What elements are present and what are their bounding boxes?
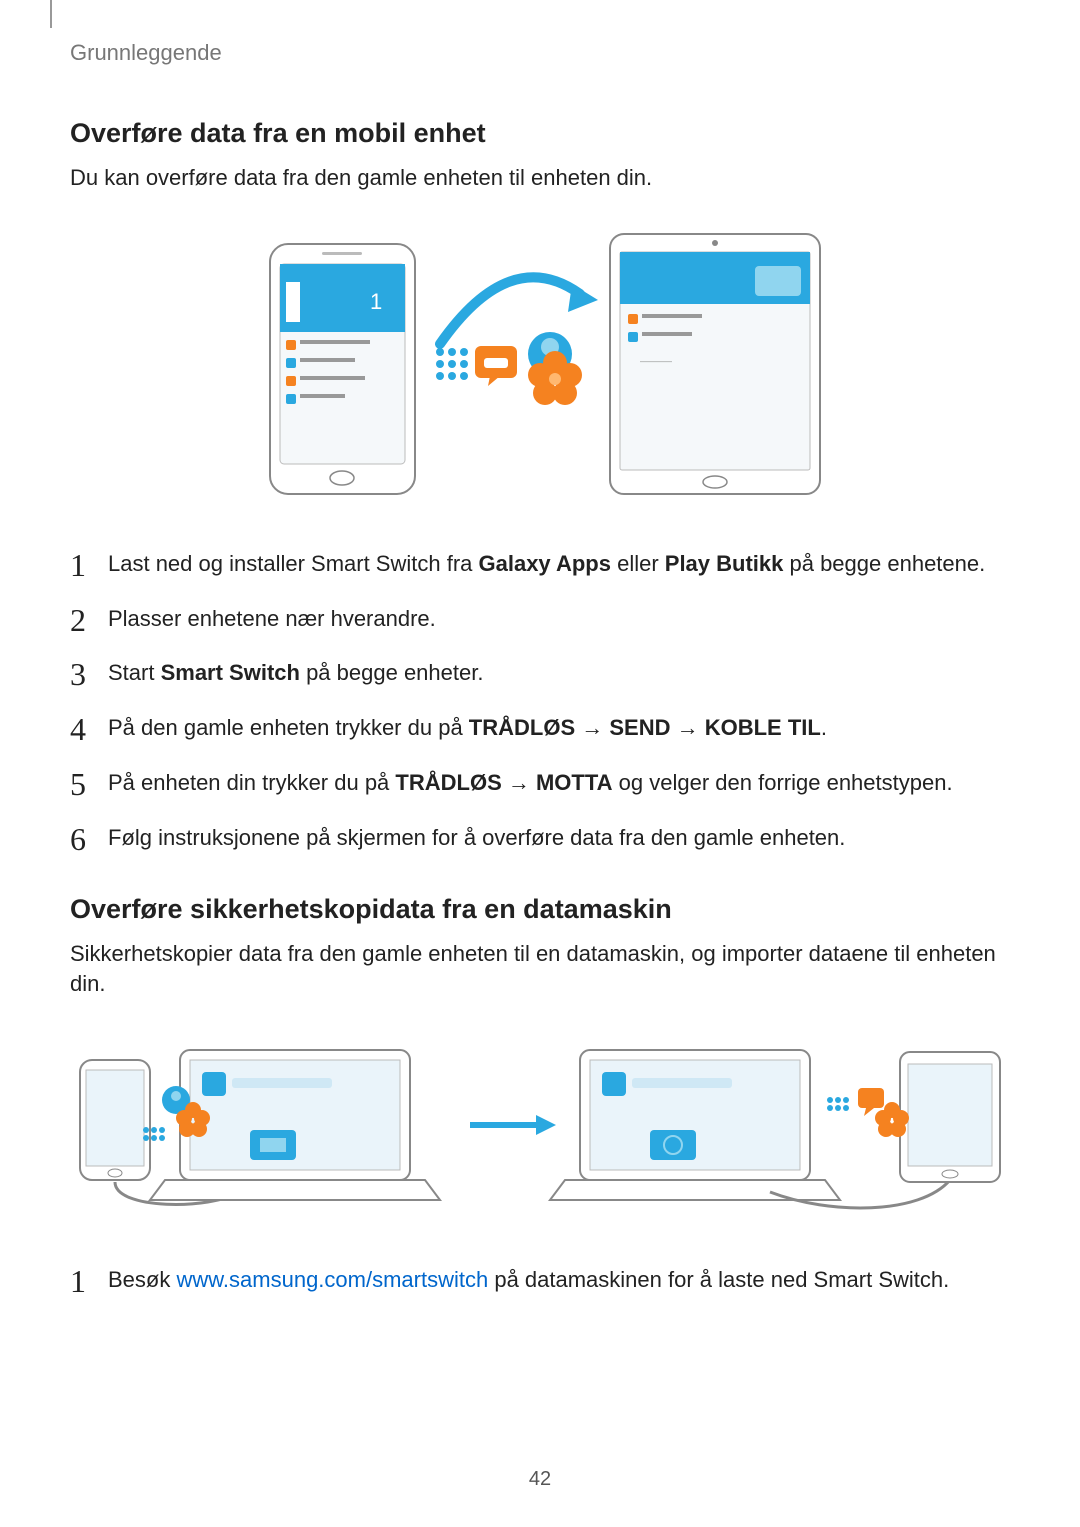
step-2: Plasser enhetene nær hverandre. [70,604,1010,635]
step-1: Besøk www.samsung.com/smartswitch på dat… [70,1265,1010,1296]
step-4: På den gamle enheten trykker du på TRÅDL… [70,713,1010,744]
section2-heading: Overføre sikkerhetskopidata fra en datam… [70,894,1010,925]
section2-intro: Sikkerhetskopier data fra den gamle enhe… [70,939,1010,1001]
page-number: 42 [0,1468,1080,1491]
svg-text:1: 1 [370,289,382,314]
step-3: Start Smart Switch på begge enheter. [70,658,1010,689]
svg-text:————: ———— [640,357,672,366]
step-1: Last ned og installer Smart Switch fra G… [70,549,1010,580]
section2-steps: Besøk www.samsung.com/smartswitch på dat… [70,1265,1010,1296]
step-5: På enheten din trykker du på TRÅDLØS → M… [70,768,1010,799]
section1-intro: Du kan overføre data fra den gamle enhet… [70,163,1010,194]
smartswitch-link[interactable]: www.samsung.com/smartswitch [176,1267,488,1292]
section1-heading: Overføre data fra en mobil enhet [70,118,1010,149]
figure-transfer-pc [70,1030,1010,1225]
section1-steps: Last ned og installer Smart Switch fra G… [70,549,1010,854]
breadcrumb: Grunnleggende [70,40,1010,66]
figure-transfer-mobile: 1 ———— [70,224,1010,509]
step-6: Følg instruksjonene på skjermen for å ov… [70,823,1010,854]
